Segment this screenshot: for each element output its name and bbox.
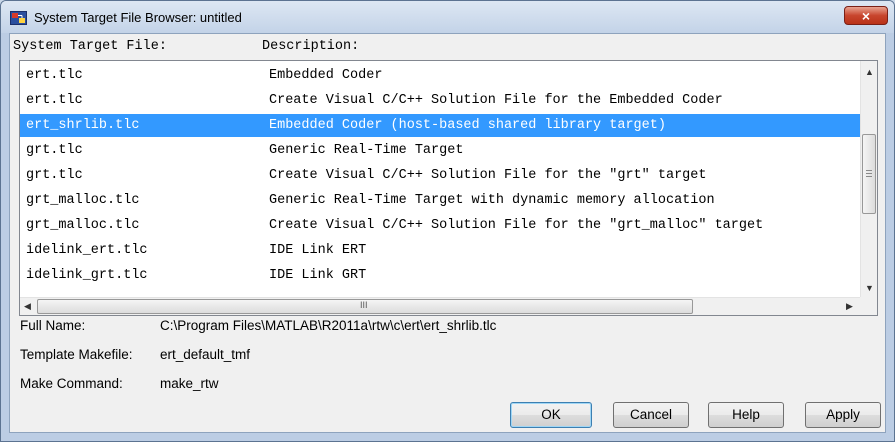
list-row[interactable]: idelink_grt.tlc IDE Link GRT (20, 264, 861, 287)
row-file-name: ert.tlc (26, 93, 83, 108)
make-command-value: make_rtw (160, 376, 219, 391)
row-file-name: ert_shrlib.tlc (26, 118, 140, 133)
target-file-list[interactable]: ert.tlc Embedded Coder ert.tlc Create Visua… (19, 60, 878, 316)
scrollbar-corner (860, 297, 877, 315)
apply-button[interactable]: Apply (805, 402, 881, 428)
scroll-down-icon[interactable]: ▼ (865, 283, 874, 293)
full-name-value: C:\Program Files\MATLAB\R2011a\rtw\c\ert… (160, 318, 497, 333)
horizontal-scroll-thumb[interactable]: III (37, 299, 693, 314)
window-title: System Target File Browser: untitled (34, 10, 242, 25)
simulink-model-icon (10, 11, 27, 25)
vertical-scrollbar[interactable]: ▲ ▼ (860, 61, 877, 297)
row-description: Generic Real-Time Target (269, 143, 464, 158)
horizontal-scrollbar[interactable]: ◀ III ▶ (20, 297, 861, 315)
row-description: Generic Real-Time Target with dynamic me… (269, 193, 715, 208)
vertical-scroll-thumb[interactable] (862, 134, 876, 214)
row-file-name: idelink_ert.tlc (26, 243, 148, 258)
cancel-button[interactable]: Cancel (613, 402, 689, 428)
template-makefile-label: Template Makefile: (20, 347, 133, 362)
row-description: Embedded Coder (269, 68, 383, 83)
close-button[interactable]: × (844, 6, 888, 25)
row-file-name: idelink_grt.tlc (26, 268, 148, 283)
dialog-body: System Target File: Description: ert.tlc… (9, 33, 886, 433)
row-file-name: grt_malloc.tlc (26, 193, 140, 208)
row-file-name: grt.tlc (26, 168, 83, 183)
list-row-selected[interactable]: ert_shrlib.tlc Embedded Coder (host-based… (20, 114, 861, 137)
help-button[interactable]: Help (708, 402, 784, 428)
row-description: Embedded Coder (host-based shared librar… (269, 118, 666, 133)
row-file-name: grt.tlc (26, 143, 83, 158)
scroll-right-icon[interactable]: ▶ (846, 301, 853, 312)
column-header-file: System Target File: (13, 39, 167, 54)
make-command-label: Make Command: (20, 376, 123, 391)
full-name-label: Full Name: (20, 318, 86, 333)
row-description: Create Visual C/C++ Solution File for th… (269, 168, 707, 183)
list-row[interactable]: ert.tlc Embedded Coder (20, 64, 861, 87)
template-makefile-value: ert_default_tmf (160, 347, 251, 362)
list-rows: ert.tlc Embedded Coder ert.tlc Create Visua… (20, 61, 861, 297)
row-description: Create Visual C/C++ Solution File for th… (269, 93, 723, 108)
column-header-description: Description: (262, 39, 360, 54)
list-row[interactable]: grt_malloc.tlc Generic Real-Time Target w… (20, 189, 861, 212)
scroll-up-icon[interactable]: ▲ (865, 67, 874, 77)
row-description: Create Visual C/C++ Solution File for th… (269, 218, 764, 233)
list-row[interactable]: grt_malloc.tlc Create Visual C/C++ Soluti… (20, 214, 861, 237)
row-description: IDE Link ERT (269, 243, 367, 258)
scroll-left-icon[interactable]: ◀ (24, 301, 31, 312)
row-file-name: grt_malloc.tlc (26, 218, 140, 233)
title-bar[interactable]: System Target File Browser: untitled × (1, 1, 894, 33)
close-icon: × (861, 8, 871, 24)
list-row[interactable]: ert.tlc Create Visual C/C++ Solution File… (20, 89, 861, 112)
list-row[interactable]: grt.tlc Generic Real-Time Target (20, 139, 861, 162)
column-headers: System Target File: Description: (10, 34, 885, 60)
dialog-window: System Target File Browser: untitled × S… (0, 0, 895, 442)
ok-button[interactable]: OK (510, 402, 592, 428)
row-file-name: ert.tlc (26, 68, 83, 83)
row-description: IDE Link GRT (269, 268, 367, 283)
list-row[interactable]: idelink_ert.tlc IDE Link ERT (20, 239, 861, 262)
list-row[interactable]: grt.tlc Create Visual C/C++ Solution File… (20, 164, 861, 187)
